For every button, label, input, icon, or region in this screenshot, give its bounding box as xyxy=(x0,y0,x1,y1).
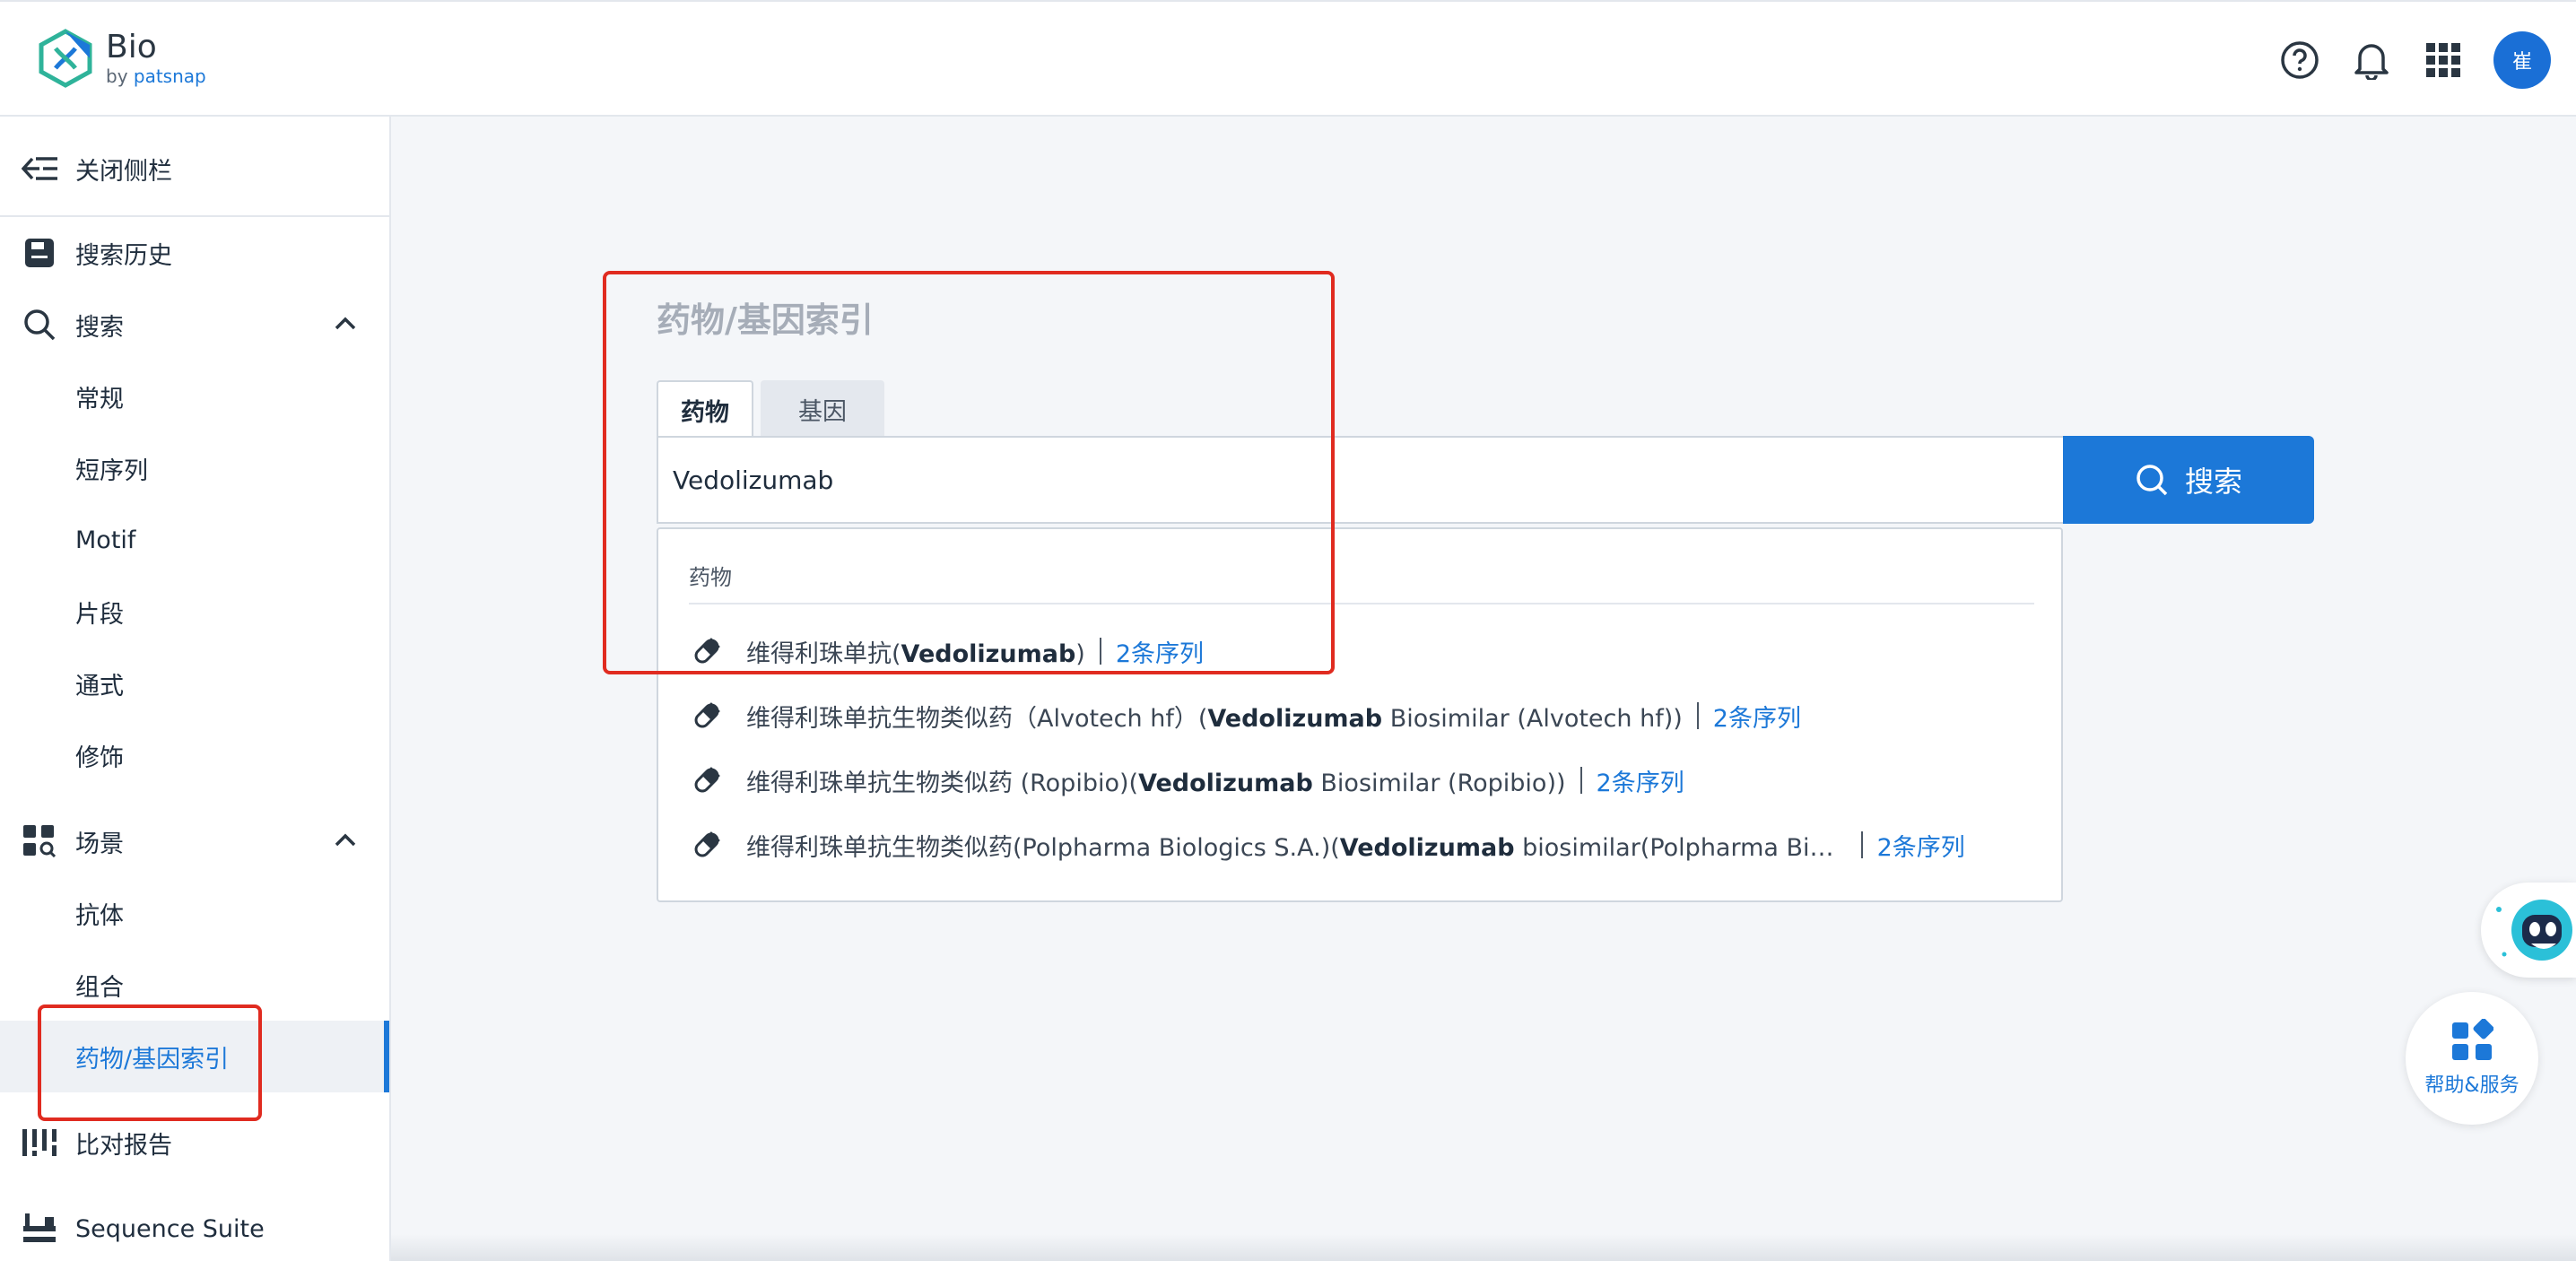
robot-assistant-icon xyxy=(2496,900,2572,961)
suggestion-name: 维得利珠单抗生物类似药 (Ropibio)(Vedolizumab Biosim… xyxy=(746,769,1566,797)
suggestion-name: 维得利珠单抗生物类似药(Polpharma Biologics S.A.)(Ve… xyxy=(746,833,1834,862)
sidebar-item-label: 通式 xyxy=(75,672,124,700)
bell-icon[interactable] xyxy=(2350,39,2393,82)
search-icon xyxy=(20,305,59,344)
search-button-label: 搜索 xyxy=(2184,465,2242,499)
apps-grid-icon[interactable] xyxy=(2422,39,2465,82)
pill-icon xyxy=(689,827,725,863)
suggestion-item[interactable]: 维得利珠单抗生物类似药（Alvotech hf）(Vedolizumab Bio… xyxy=(689,689,2034,743)
sidebar-close-label: 关闭侧栏 xyxy=(75,157,172,186)
pill-icon xyxy=(689,762,725,798)
highlight-box-search-panel xyxy=(603,271,1335,674)
sidebar-item-label: Sequence Suite xyxy=(75,1214,265,1243)
sidebar-group-search[interactable]: 搜索 xyxy=(0,289,389,361)
close-sidebar-button[interactable]: 关闭侧栏 xyxy=(0,133,389,204)
sidebar-item-label: 搜索 xyxy=(75,313,124,342)
scenario-grid-search-icon xyxy=(20,822,59,861)
sidebar-item-motif[interactable]: Motif xyxy=(0,504,389,576)
sidebar-item-label: 修饰 xyxy=(75,744,124,772)
sidebar-item-label: 场景 xyxy=(75,830,124,858)
sidebar-item-label: 比对报告 xyxy=(75,1131,172,1160)
sequence-count-link[interactable]: 2条序列 xyxy=(1597,763,1684,798)
sidebar-item-label: Motif xyxy=(75,526,136,554)
sidebar-item-short-sequence[interactable]: 短序列 xyxy=(0,432,389,504)
logo-title: Bio xyxy=(106,29,157,65)
search-button[interactable]: 搜索 xyxy=(2063,436,2314,524)
sidebar-item-label: 短序列 xyxy=(75,457,148,485)
sequence-count-link[interactable]: 2条序列 xyxy=(1713,699,1801,734)
top-header: Bio by patsnap 崔 xyxy=(0,0,2576,117)
help-service-button[interactable]: 帮助&服务 xyxy=(2406,992,2538,1125)
dna-logo-icon xyxy=(39,29,92,88)
sidebar-group-scenario[interactable]: 场景 xyxy=(0,805,389,877)
sequence-count-link[interactable]: 2条序列 xyxy=(1877,828,1965,863)
sidebar-item-label: 片段 xyxy=(75,600,124,629)
sidebar-item-antibody[interactable]: 抗体 xyxy=(0,877,389,949)
app-logo[interactable]: Bio by patsnap xyxy=(36,29,206,88)
save-history-icon xyxy=(20,233,59,273)
chevron-up-icon xyxy=(335,317,356,330)
separator xyxy=(1696,702,1699,729)
sidebar-item-label: 组合 xyxy=(75,973,124,1002)
suite-toolbox-icon xyxy=(20,1209,59,1248)
sidebar-item-label: 搜索历史 xyxy=(75,241,172,270)
sidebar-item-history[interactable]: 搜索历史 xyxy=(0,217,389,289)
pill-icon xyxy=(689,698,725,734)
user-avatar[interactable]: 崔 xyxy=(2493,31,2551,89)
bars-report-icon xyxy=(20,1123,59,1162)
bottom-shadow xyxy=(391,1234,2576,1261)
sidebar-item-sequence-suite[interactable]: Sequence Suite xyxy=(0,1193,389,1261)
highlight-box-sidebar-item xyxy=(38,1004,262,1121)
sidebar-item-formula[interactable]: 通式 xyxy=(0,648,389,719)
help-grid-icon xyxy=(2452,1019,2493,1060)
sidebar-item-label: 抗体 xyxy=(75,901,124,930)
sidebar-item-fragment[interactable]: 片段 xyxy=(0,576,389,648)
suggestion-item[interactable]: 维得利珠单抗生物类似药 (Ropibio)(Vedolizumab Biosim… xyxy=(689,753,2034,807)
help-service-label: 帮助&服务 xyxy=(2424,1074,2519,1097)
assistant-bot-widget[interactable] xyxy=(2481,883,2576,978)
separator xyxy=(1580,767,1582,794)
separator xyxy=(1860,831,1863,858)
suggestion-name: 维得利珠单抗生物类似药（Alvotech hf）(Vedolizumab Bio… xyxy=(746,704,1683,733)
sidebar-item-label: 常规 xyxy=(75,385,124,413)
sidebar-item-modification[interactable]: 修饰 xyxy=(0,719,389,791)
suggestion-item[interactable]: 维得利珠单抗生物类似药(Polpharma Biologics S.A.)(Ve… xyxy=(689,818,2034,872)
help-icon[interactable] xyxy=(2278,39,2321,82)
logo-subtitle: by patsnap xyxy=(106,65,206,87)
collapse-menu-icon xyxy=(20,149,59,188)
sidebar-item-regular[interactable]: 常规 xyxy=(0,361,389,432)
search-icon xyxy=(2137,465,2168,496)
chevron-up-icon xyxy=(335,833,356,847)
